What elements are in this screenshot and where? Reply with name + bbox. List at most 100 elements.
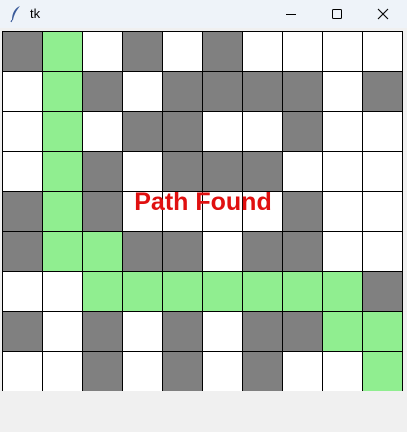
grid-cell-open	[82, 111, 123, 152]
grid-cell-open	[282, 151, 323, 192]
grid-cell-path	[42, 71, 83, 112]
grid-cell-wall	[202, 151, 243, 192]
grid-cell-open	[202, 111, 243, 152]
minimize-button[interactable]	[268, 0, 314, 28]
grid-cell-path	[82, 271, 123, 312]
grid-cell-open	[322, 351, 363, 392]
grid-cell-wall	[122, 111, 163, 152]
grid-cell-path	[42, 191, 83, 232]
grid-cell-open	[122, 351, 163, 392]
grid-cell-open	[242, 111, 283, 152]
grid-cell-wall	[282, 111, 323, 152]
grid-cell-wall	[2, 31, 43, 72]
grid-cell-open	[322, 191, 363, 232]
grid-cell-open	[202, 351, 243, 392]
grid-cell-path	[362, 311, 403, 352]
grid-cell-wall	[2, 311, 43, 352]
grid-cell-open	[42, 271, 83, 312]
grid-cell-wall	[282, 311, 323, 352]
grid-cell-wall	[82, 311, 123, 352]
grid-cell-path	[42, 231, 83, 272]
grid-cell-wall	[162, 111, 203, 152]
grid-cell-path	[42, 111, 83, 152]
grid-cell-wall	[362, 271, 403, 312]
grid-cell-wall	[82, 151, 123, 192]
grid-cell-open	[322, 31, 363, 72]
grid-cell-open	[162, 31, 203, 72]
grid-cell-open	[2, 111, 43, 152]
grid-cell-open	[322, 231, 363, 272]
window-title: tk	[30, 6, 41, 21]
grid-cell-wall	[162, 71, 203, 112]
grid-cell-wall	[82, 351, 123, 392]
grid-cell-open	[202, 231, 243, 272]
grid-cell-wall	[242, 231, 283, 272]
grid-cell-open	[82, 31, 123, 72]
grid-cell-path	[282, 271, 323, 312]
grid-cell-wall	[122, 31, 163, 72]
grid-cell-wall	[162, 231, 203, 272]
grid-cell-open	[122, 311, 163, 352]
grid-cell-wall	[282, 231, 323, 272]
grid-cell-open	[322, 151, 363, 192]
grid-cell-open	[42, 351, 83, 392]
grid-cell-path	[162, 271, 203, 312]
grid-cell-wall	[82, 191, 123, 232]
maximize-button[interactable]	[314, 0, 360, 28]
grid-cell-wall	[282, 191, 323, 232]
grid-cell-open	[202, 191, 243, 232]
grid-cell-wall	[362, 71, 403, 112]
grid-cell-open	[282, 31, 323, 72]
grid-cell-wall	[242, 151, 283, 192]
grid-cell-open	[242, 191, 283, 232]
grid-canvas[interactable]: Path Found	[2, 31, 404, 392]
grid-cell-open	[42, 311, 83, 352]
grid-cell-path	[242, 271, 283, 312]
title-bar[interactable]: tk	[0, 0, 407, 28]
grid-cell-path	[42, 31, 83, 72]
grid-cell-wall	[122, 231, 163, 272]
grid-cell-wall	[162, 151, 203, 192]
grid-cell-wall	[2, 191, 43, 232]
grid-cell-path	[322, 271, 363, 312]
grid-cell-open	[362, 31, 403, 72]
grid-cell-open	[2, 271, 43, 312]
grid-cell-open	[2, 351, 43, 392]
grid-cell-path	[82, 231, 123, 272]
grid-cell-wall	[82, 71, 123, 112]
grid-cell-path	[202, 271, 243, 312]
grid-cell-wall	[202, 71, 243, 112]
grid-cell-open	[322, 71, 363, 112]
minimize-icon	[286, 14, 296, 15]
grid-cell-wall	[282, 71, 323, 112]
grid-cell-open	[362, 151, 403, 192]
grid-cell-open	[322, 111, 363, 152]
window-bottom-area	[0, 391, 407, 432]
grid-cell-wall	[162, 311, 203, 352]
grid-cell-path	[122, 271, 163, 312]
grid-cell-open	[202, 311, 243, 352]
grid-cell-open	[162, 191, 203, 232]
grid-cell-open	[362, 231, 403, 272]
grid-cell-open	[362, 111, 403, 152]
grid-cell-open	[122, 151, 163, 192]
grid-cell-open	[122, 71, 163, 112]
grid-cell-wall	[2, 231, 43, 272]
close-icon	[377, 8, 389, 20]
grid-cell-wall	[242, 351, 283, 392]
grid-cell-open	[282, 351, 323, 392]
maximize-icon	[332, 9, 342, 19]
grid-cell-open	[122, 191, 163, 232]
maze-grid	[2, 31, 404, 392]
grid-cell-wall	[202, 31, 243, 72]
grid-cell-path	[362, 351, 403, 392]
grid-cell-wall	[242, 71, 283, 112]
grid-cell-open	[2, 71, 43, 112]
close-button[interactable]	[360, 0, 406, 28]
grid-cell-open	[2, 151, 43, 192]
grid-cell-wall	[242, 311, 283, 352]
grid-cell-path	[322, 311, 363, 352]
feather-icon	[10, 6, 20, 23]
grid-cell-open	[242, 31, 283, 72]
grid-cell-path	[42, 151, 83, 192]
